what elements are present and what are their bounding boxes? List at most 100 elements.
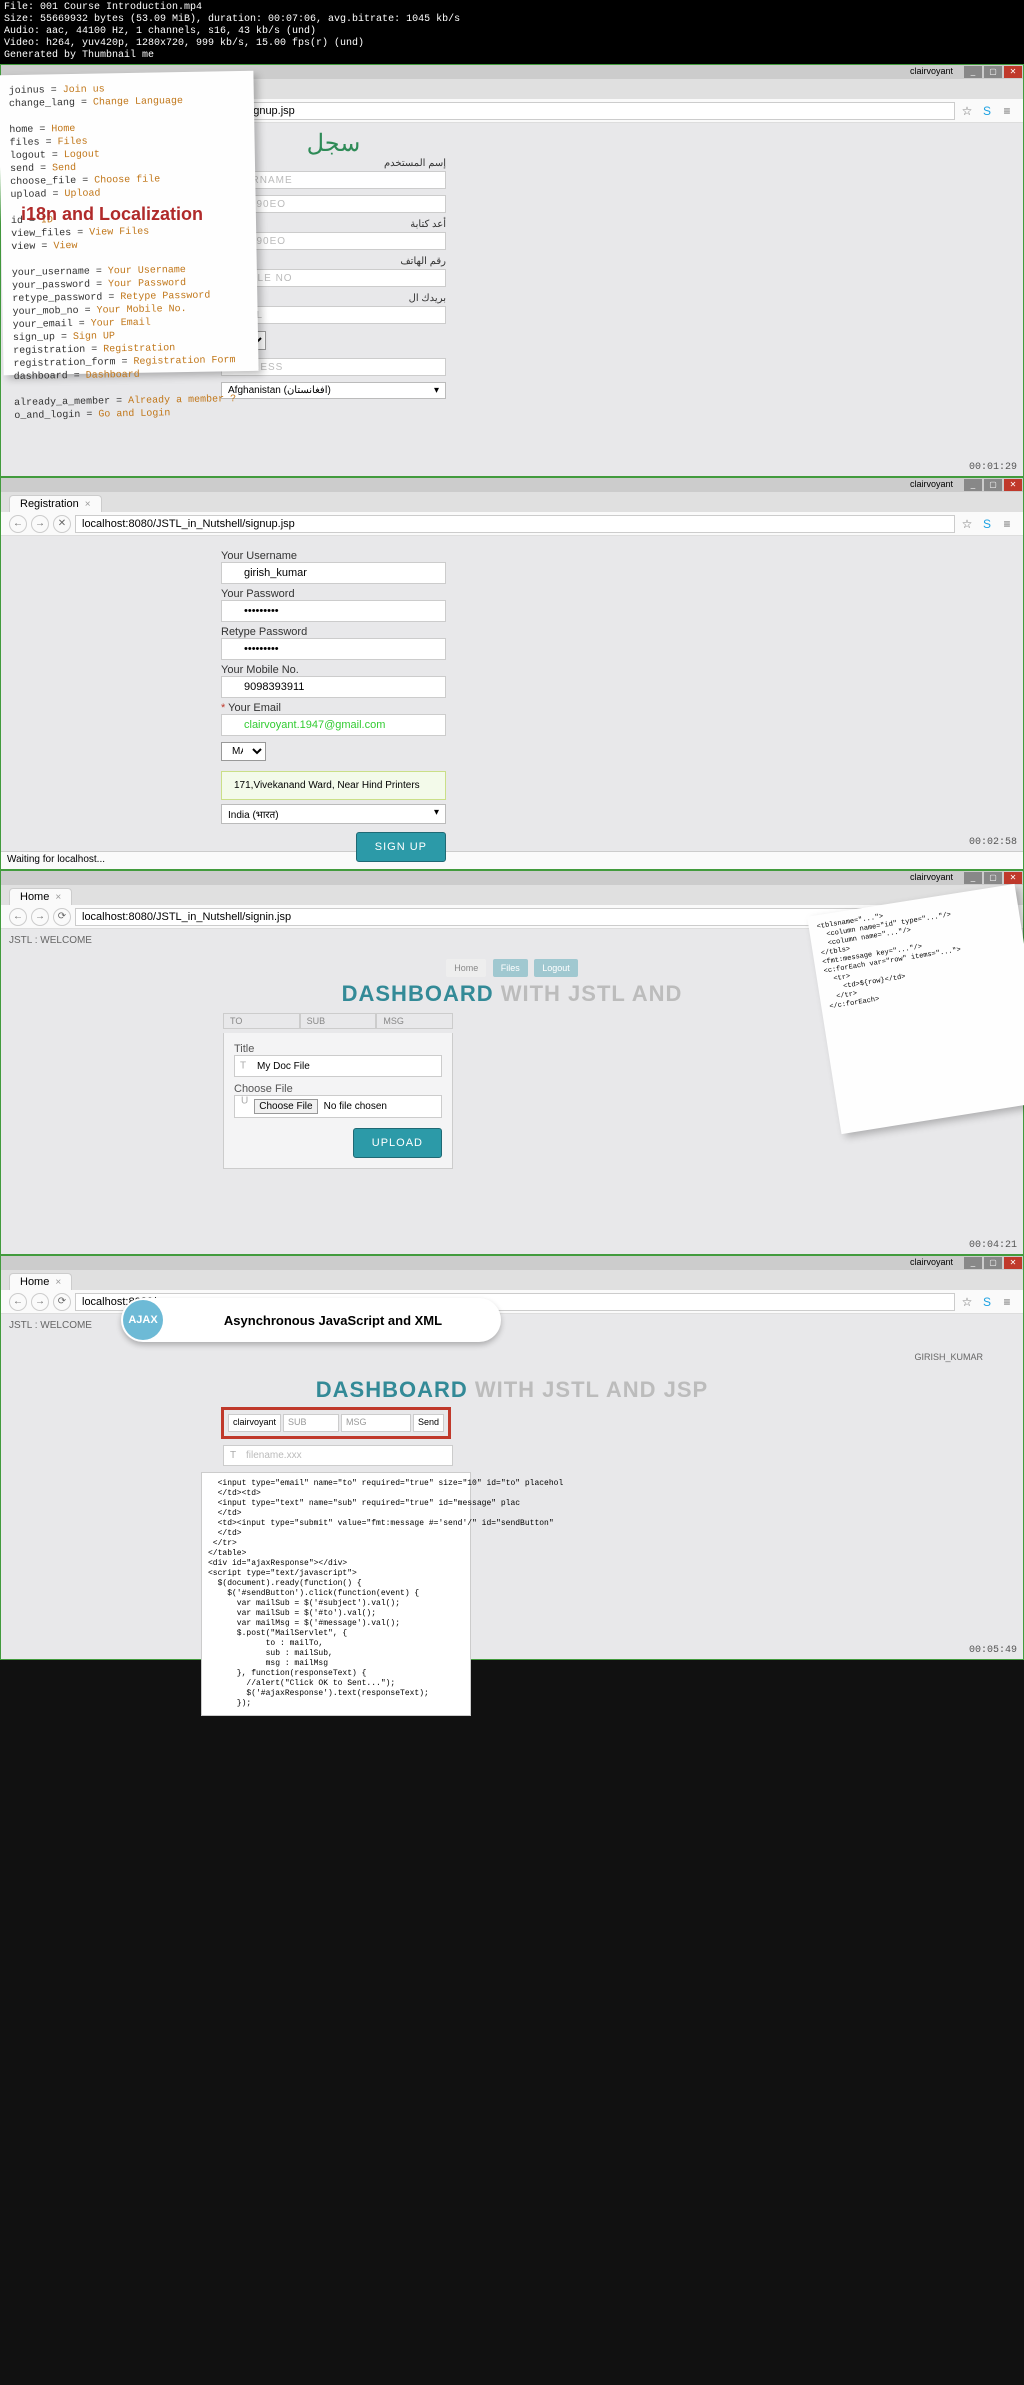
forward-icon[interactable]: →	[31, 1293, 49, 1311]
chevron-down-icon: ▾	[434, 385, 439, 396]
tab-home[interactable]: Home ×	[9, 888, 72, 905]
skype-icon[interactable]: S	[979, 104, 995, 118]
window-title: clairvoyant	[910, 1257, 953, 1267]
status-bar: Waiting for localhost...	[1, 851, 1023, 869]
filename-input[interactable]: T filename.xxx	[223, 1445, 453, 1466]
window-title: clairvoyant	[910, 479, 953, 489]
thumbnail-timestamp: 00:04:21	[969, 1240, 1017, 1251]
media-file-info: File: 001 Course Introduction.mp4 Size: …	[0, 0, 1024, 64]
to-input[interactable]: clairvoyant	[228, 1414, 281, 1432]
browser-window-dashboard-ajax: clairvoyant _ ▢ ✕ Home × ← → ⟳ ☆ S ≡ JST…	[0, 1255, 1024, 1660]
nav-home[interactable]: Home	[446, 959, 486, 977]
retype-input[interactable]	[221, 638, 446, 660]
upload-form: Title T Choose File U Choose File No fil…	[223, 1033, 453, 1169]
username-input[interactable]	[221, 562, 446, 584]
window-titlebar: clairvoyant _ ▢ ✕	[1, 871, 1023, 885]
chevron-down-icon: ▾	[434, 807, 439, 821]
bookmark-icon[interactable]: ☆	[959, 104, 975, 118]
url-input[interactable]	[75, 515, 955, 533]
address-bar: ← → ✕ ☆ S ≡	[1, 512, 1023, 536]
tab-label: Home	[20, 891, 49, 903]
window-titlebar: clairvoyant _ ▢ ✕	[1, 478, 1023, 492]
send-message-row: clairvoyant SUB MSG Send	[228, 1414, 444, 1432]
password-input[interactable]	[221, 600, 446, 622]
menu-icon[interactable]: ≡	[999, 1295, 1015, 1309]
xml-code-overlay: <tblsname="..."> <column name="id" type=…	[807, 884, 1024, 1134]
country-select[interactable]: India (भारत)▾	[221, 804, 446, 824]
window-title: clairvoyant	[910, 66, 953, 76]
tab-bar: Home ×	[1, 885, 1023, 905]
upload-icon: U	[241, 1096, 248, 1107]
no-file-text: No file chosen	[324, 1101, 387, 1112]
back-icon[interactable]: ←	[9, 1293, 27, 1311]
mobile-input[interactable]	[221, 676, 446, 698]
reload-icon[interactable]: ⟳	[53, 908, 71, 926]
gender-select[interactable]: MALE	[221, 742, 266, 761]
menu-icon[interactable]: ≡	[999, 517, 1015, 531]
thumbnail-timestamp: 00:01:29	[969, 462, 1017, 473]
tab-label: Registration	[20, 498, 79, 510]
back-icon[interactable]: ←	[9, 515, 27, 533]
skype-icon[interactable]: S	[979, 517, 995, 531]
choose-file-button[interactable]: Choose File	[254, 1099, 317, 1114]
minimize-button[interactable]: _	[964, 872, 982, 884]
message-tabs: TO SUB MSG	[223, 1013, 453, 1029]
maximize-button[interactable]: ▢	[984, 479, 1002, 491]
page-body: JSTL : WELCOME AJAX Asynchronous JavaScr…	[1, 1314, 1023, 1659]
title-label: Title	[234, 1043, 442, 1055]
tab-to[interactable]: TO	[223, 1013, 300, 1029]
signup-button[interactable]: SIGN UP	[356, 832, 446, 862]
send-button[interactable]: Send	[413, 1414, 444, 1432]
send-message-row-highlight: clairvoyant SUB MSG Send	[221, 1407, 451, 1439]
skype-icon[interactable]: S	[979, 1295, 995, 1309]
minimize-button[interactable]: _	[964, 1257, 982, 1269]
text-icon: T	[230, 1450, 236, 1461]
email-label: * Your Email	[221, 702, 446, 714]
tab-label: Home	[20, 1276, 49, 1288]
stop-icon[interactable]: ✕	[53, 515, 71, 533]
close-button[interactable]: ✕	[1004, 479, 1022, 491]
menu-icon[interactable]: ≡	[999, 104, 1015, 118]
minimize-button[interactable]: _	[964, 479, 982, 491]
page-body: سجل إسم المستخدم USERNAME X9uP90EO أعد ك…	[1, 123, 1023, 476]
reload-icon[interactable]: ⟳	[53, 1293, 71, 1311]
close-tab-icon[interactable]: ×	[55, 1277, 61, 1288]
registration-form: Your Username 👤 Your Password 🔒 Retype P…	[221, 536, 446, 824]
maximize-button[interactable]: ▢	[984, 66, 1002, 78]
code-editor: <input type="email" name="to" required="…	[201, 1472, 471, 1716]
close-button[interactable]: ✕	[1004, 1257, 1022, 1269]
close-tab-icon[interactable]: ×	[55, 892, 61, 903]
tab-home[interactable]: Home ×	[9, 1273, 72, 1290]
nav-logout[interactable]: Logout	[534, 959, 578, 977]
ajax-badge: AJAX	[123, 1300, 163, 1340]
email-input[interactable]	[221, 714, 446, 736]
retype-label: Retype Password	[221, 626, 446, 638]
file-chooser[interactable]: U Choose File No file chosen	[234, 1095, 442, 1118]
close-button[interactable]: ✕	[1004, 872, 1022, 884]
choose-file-label: Choose File	[234, 1083, 442, 1095]
address-input[interactable]: 171,Vivekanand Ward, Near Hind Printers	[221, 771, 446, 800]
thumbnail-timestamp: 00:02:58	[969, 837, 1017, 848]
minimize-button[interactable]: _	[964, 66, 982, 78]
sub-input[interactable]: SUB	[283, 1414, 339, 1432]
title-input[interactable]	[234, 1055, 442, 1077]
forward-icon[interactable]: →	[31, 908, 49, 926]
tab-sub[interactable]: SUB	[300, 1013, 377, 1029]
thumbnail-timestamp: 00:05:49	[969, 1645, 1017, 1656]
nav-files[interactable]: Files	[493, 959, 528, 977]
current-user: GIRISH_KUMAR	[914, 1352, 983, 1362]
maximize-button[interactable]: ▢	[984, 872, 1002, 884]
bookmark-icon[interactable]: ☆	[959, 1295, 975, 1309]
tab-msg[interactable]: MSG	[376, 1013, 453, 1029]
country-select[interactable]: Afghanistan (افغانستان)▾	[221, 382, 446, 399]
back-icon[interactable]: ←	[9, 908, 27, 926]
bookmark-icon[interactable]: ☆	[959, 517, 975, 531]
msg-input[interactable]: MSG	[341, 1414, 411, 1432]
browser-window-registration-ar: clairvoyant _ ▢ ✕ Registration × ← → ⟳ ☆…	[0, 64, 1024, 477]
close-tab-icon[interactable]: ×	[85, 499, 91, 510]
maximize-button[interactable]: ▢	[984, 1257, 1002, 1269]
close-button[interactable]: ✕	[1004, 66, 1022, 78]
tab-registration[interactable]: Registration ×	[9, 495, 102, 512]
forward-icon[interactable]: →	[31, 515, 49, 533]
upload-button[interactable]: UPLOAD	[353, 1128, 442, 1158]
